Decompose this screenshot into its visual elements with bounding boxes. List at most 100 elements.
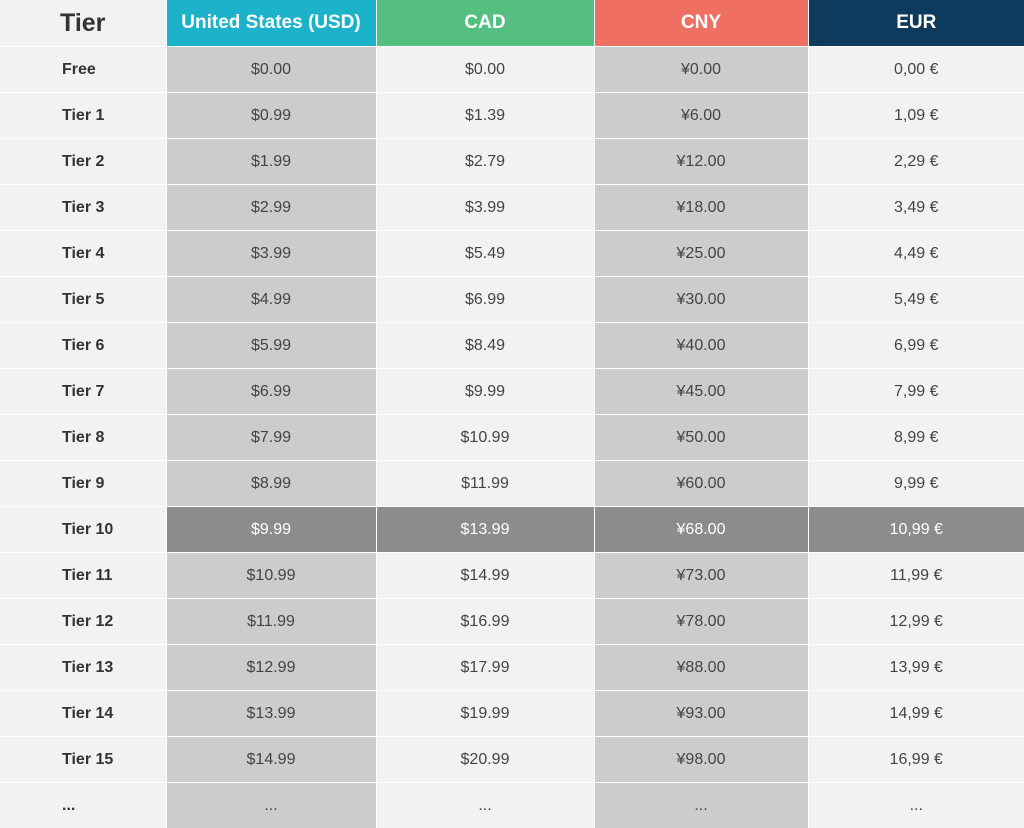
eur-price-cell: 3,49 € <box>808 185 1024 231</box>
cny-price-cell: ¥6.00 <box>594 93 808 139</box>
table-row: Tier 10$9.99$13.99¥68.0010,99 € <box>0 507 1024 553</box>
eur-price-cell: 13,99 € <box>808 645 1024 691</box>
eur-price-cell: 12,99 € <box>808 599 1024 645</box>
tier-cell: Tier 8 <box>0 415 166 461</box>
cad-price-cell: $3.99 <box>376 185 594 231</box>
usd-price-cell: $1.99 <box>166 139 376 185</box>
table-row: Tier 2$1.99$2.79¥12.002,29 € <box>0 139 1024 185</box>
cny-price-cell: ¥40.00 <box>594 323 808 369</box>
table-row: Free$0.00$0.00¥0.000,00 € <box>0 47 1024 93</box>
usd-price-cell: $12.99 <box>166 645 376 691</box>
cny-price-cell: ¥25.00 <box>594 231 808 277</box>
table-row: Tier 9$8.99$11.99¥60.009,99 € <box>0 461 1024 507</box>
eur-price-cell: 11,99 € <box>808 553 1024 599</box>
table-row: Tier 11$10.99$14.99¥73.0011,99 € <box>0 553 1024 599</box>
usd-price-cell: $8.99 <box>166 461 376 507</box>
eur-price-cell: 8,99 € <box>808 415 1024 461</box>
table-row: Tier 5$4.99$6.99¥30.005,49 € <box>0 277 1024 323</box>
cny-price-cell: ¥18.00 <box>594 185 808 231</box>
usd-price-cell: $7.99 <box>166 415 376 461</box>
table-row: Tier 13$12.99$17.99¥88.0013,99 € <box>0 645 1024 691</box>
cad-price-cell: $17.99 <box>376 645 594 691</box>
usd-price-cell: $6.99 <box>166 369 376 415</box>
eur-price-cell: 4,49 € <box>808 231 1024 277</box>
eur-price-cell: 6,99 € <box>808 323 1024 369</box>
eur-price-cell: 1,09 € <box>808 93 1024 139</box>
table-row: Tier 12$11.99$16.99¥78.0012,99 € <box>0 599 1024 645</box>
usd-price-cell: ... <box>166 783 376 828</box>
cad-price-cell: $0.00 <box>376 47 594 93</box>
cny-price-cell: ¥60.00 <box>594 461 808 507</box>
tier-cell: Tier 3 <box>0 185 166 231</box>
cad-price-cell: $10.99 <box>376 415 594 461</box>
usd-price-cell: $14.99 <box>166 737 376 783</box>
usd-price-cell: $5.99 <box>166 323 376 369</box>
cny-price-cell: ¥98.00 <box>594 737 808 783</box>
tier-cell: Tier 10 <box>0 507 166 553</box>
tier-cell: Tier 9 <box>0 461 166 507</box>
tier-cell: Tier 13 <box>0 645 166 691</box>
table-row: Tier 8$7.99$10.99¥50.008,99 € <box>0 415 1024 461</box>
cny-price-cell: ¥68.00 <box>594 507 808 553</box>
header-tier: Tier <box>0 0 166 47</box>
cny-price-cell: ¥50.00 <box>594 415 808 461</box>
eur-price-cell: 10,99 € <box>808 507 1024 553</box>
eur-price-cell: ... <box>808 783 1024 828</box>
table-row: Tier 3$2.99$3.99¥18.003,49 € <box>0 185 1024 231</box>
header-cny: CNY <box>594 0 808 47</box>
cny-price-cell: ¥78.00 <box>594 599 808 645</box>
cny-price-cell: ¥12.00 <box>594 139 808 185</box>
tier-cell: Tier 15 <box>0 737 166 783</box>
cny-price-cell: ¥30.00 <box>594 277 808 323</box>
cad-price-cell: $5.49 <box>376 231 594 277</box>
cad-price-cell: $8.49 <box>376 323 594 369</box>
cny-price-cell: ¥88.00 <box>594 645 808 691</box>
tier-cell: Tier 7 <box>0 369 166 415</box>
table-row: Tier 15$14.99$20.99¥98.0016,99 € <box>0 737 1024 783</box>
table-row: Tier 6$5.99$8.49¥40.006,99 € <box>0 323 1024 369</box>
tier-cell: Tier 11 <box>0 553 166 599</box>
cad-price-cell: $9.99 <box>376 369 594 415</box>
tier-cell: ... <box>0 783 166 828</box>
cad-price-cell: $16.99 <box>376 599 594 645</box>
eur-price-cell: 7,99 € <box>808 369 1024 415</box>
usd-price-cell: $3.99 <box>166 231 376 277</box>
tier-cell: Free <box>0 47 166 93</box>
table-row: Tier 1$0.99$1.39¥6.001,09 € <box>0 93 1024 139</box>
usd-price-cell: $9.99 <box>166 507 376 553</box>
table-row: ............... <box>0 783 1024 828</box>
table-row: Tier 14$13.99$19.99¥93.0014,99 € <box>0 691 1024 737</box>
header-eur: EUR <box>808 0 1024 47</box>
cad-price-cell: ... <box>376 783 594 828</box>
usd-price-cell: $10.99 <box>166 553 376 599</box>
header-cad: CAD <box>376 0 594 47</box>
table-row: Tier 4$3.99$5.49¥25.004,49 € <box>0 231 1024 277</box>
tier-cell: Tier 2 <box>0 139 166 185</box>
cad-price-cell: $13.99 <box>376 507 594 553</box>
eur-price-cell: 9,99 € <box>808 461 1024 507</box>
cad-price-cell: $19.99 <box>376 691 594 737</box>
cny-price-cell: ¥0.00 <box>594 47 808 93</box>
eur-price-cell: 0,00 € <box>808 47 1024 93</box>
usd-price-cell: $13.99 <box>166 691 376 737</box>
usd-price-cell: $4.99 <box>166 277 376 323</box>
eur-price-cell: 14,99 € <box>808 691 1024 737</box>
table-row: Tier 7$6.99$9.99¥45.007,99 € <box>0 369 1024 415</box>
cny-price-cell: ... <box>594 783 808 828</box>
usd-price-cell: $0.99 <box>166 93 376 139</box>
usd-price-cell: $2.99 <box>166 185 376 231</box>
table-body: Free$0.00$0.00¥0.000,00 €Tier 1$0.99$1.3… <box>0 47 1024 828</box>
usd-price-cell: $0.00 <box>166 47 376 93</box>
tier-cell: Tier 5 <box>0 277 166 323</box>
usd-price-cell: $11.99 <box>166 599 376 645</box>
cad-price-cell: $6.99 <box>376 277 594 323</box>
eur-price-cell: 2,29 € <box>808 139 1024 185</box>
tier-cell: Tier 1 <box>0 93 166 139</box>
tier-cell: Tier 6 <box>0 323 166 369</box>
cny-price-cell: ¥93.00 <box>594 691 808 737</box>
cad-price-cell: $2.79 <box>376 139 594 185</box>
tier-cell: Tier 4 <box>0 231 166 277</box>
cny-price-cell: ¥73.00 <box>594 553 808 599</box>
price-tier-table: Tier United States (USD) CAD CNY EUR Fre… <box>0 0 1024 828</box>
eur-price-cell: 16,99 € <box>808 737 1024 783</box>
